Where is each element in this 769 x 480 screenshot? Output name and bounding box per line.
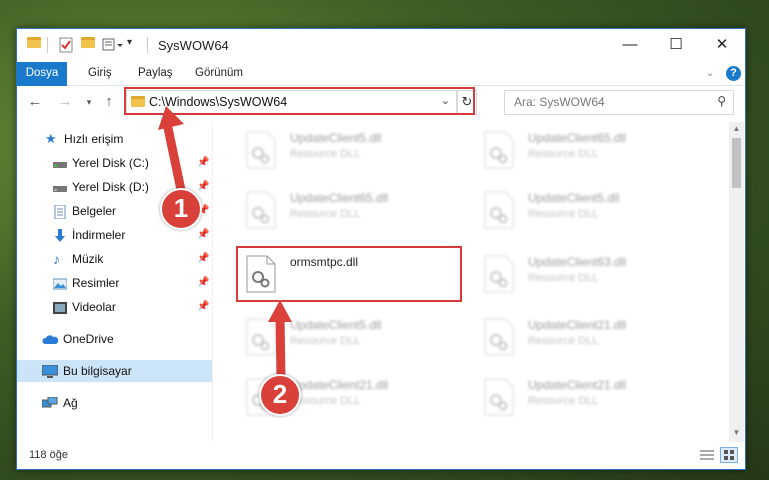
arrow-1-head — [158, 106, 184, 130]
arrow-1 — [163, 123, 186, 195]
callout-2: 2 — [259, 374, 301, 416]
arrow-2 — [275, 313, 286, 383]
annotation-arrows — [158, 106, 292, 383]
callout-1: 1 — [160, 188, 202, 230]
arrow-2-head — [268, 300, 292, 322]
